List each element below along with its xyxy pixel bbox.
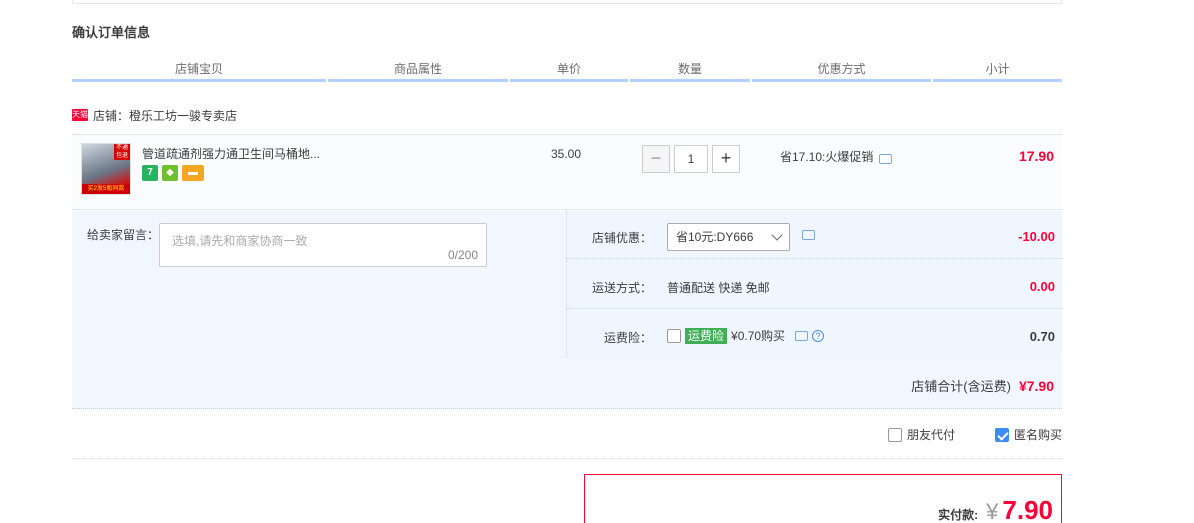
order-detail-block: 给卖家留言： 选填,请先和商家协商一致 0/200 店铺优惠： 省10元:DY6…	[72, 211, 1063, 409]
shop-total: 店铺合计(含运费) ¥7.90	[911, 376, 1054, 395]
message-char-count: 0/200	[447, 248, 478, 262]
currency-symbol: ¥	[986, 499, 999, 523]
chat-icon[interactable]	[879, 153, 893, 164]
insurance-row: 运费险： 运费险 ¥0.70购买 ? 0.70	[567, 311, 1063, 359]
tmall-icon: 天猫	[72, 109, 88, 121]
friend-pay-option[interactable]: 朋友代付	[887, 426, 955, 443]
order-item-row: 不通包退 买2发5瓶同款 管道疏通剂强力通卫生间马桶地... 7 ◆ ▬ 35.…	[72, 134, 1062, 210]
column-header-subtotal: 小计	[933, 60, 1062, 82]
shipping-method: 普通配送 快递 免邮	[667, 281, 770, 295]
shipping-label: 运送方式：	[592, 281, 653, 295]
quantity-input[interactable]: 1	[674, 145, 708, 173]
shop-row: 天猫 店铺：橙乐工坊一骏专卖店	[72, 106, 237, 124]
shop-name-link[interactable]: 店铺：橙乐工坊一骏专卖店	[93, 107, 237, 124]
chevron-down-icon	[771, 229, 783, 241]
quantity-stepper: − 1 +	[642, 145, 740, 173]
coupon-select[interactable]: 省10元:DY666	[667, 223, 790, 251]
insurance-tag: 运费险	[685, 327, 728, 344]
promotion-text: 省17.10:火爆促销	[780, 150, 874, 164]
quantity-increase-button[interactable]: +	[712, 145, 740, 173]
chat-icon[interactable]	[795, 330, 809, 341]
top-container-edge	[72, 0, 1062, 4]
anonymous-purchase-option[interactable]: 匿名购买	[994, 426, 1062, 443]
column-header-discount: 优惠方式	[752, 60, 931, 82]
divider	[72, 458, 1062, 459]
shop-discount-amount: -10.00	[1018, 229, 1055, 244]
seven-day-return-icon[interactable]: 7	[142, 165, 158, 181]
payment-summary-box: 实付款: ¥ 7.90	[584, 474, 1062, 523]
shipping-row: 运送方式： 普通配送 快递 免邮 0.00	[567, 261, 1063, 309]
column-headers: 店铺宝贝 商品属性 单价 数量 优惠方式 小计	[72, 60, 1062, 82]
column-header-quantity: 数量	[630, 60, 750, 82]
shop-total-amount: ¥7.90	[1018, 377, 1054, 394]
column-header-attributes: 商品属性	[328, 60, 508, 82]
quantity-decrease-button[interactable]: −	[642, 145, 670, 173]
product-title-link[interactable]: 管道疏通剂强力通卫生间马桶地...	[142, 145, 320, 162]
column-header-item: 店铺宝贝	[72, 60, 326, 82]
unit-price: 35.00	[551, 147, 582, 161]
discount-shipping-panel: 店铺优惠： 省10元:DY666 -10.00 运送方式： 普通配送 快递 免邮…	[566, 211, 1063, 359]
message-label: 给卖家留言：	[87, 228, 160, 242]
seller-message-input[interactable]: 选填,请先和商家协商一致 0/200	[159, 223, 487, 267]
thumbnail-badge: 不通包退	[114, 144, 130, 160]
insurance-checkbox[interactable]	[667, 328, 681, 343]
shop-discount-row: 店铺优惠： 省10元:DY666 -10.00	[567, 211, 1063, 259]
shop-total-label: 店铺合计(含运费)	[911, 379, 1011, 394]
payment-label: 实付款:	[938, 508, 979, 522]
coupon-selected-value: 省10元:DY666	[676, 230, 754, 244]
shop-discount-label: 店铺优惠：	[592, 231, 653, 245]
column-header-unit-price: 单价	[510, 60, 628, 82]
insurance-option: 运费险 ¥0.70购买 ?	[667, 327, 825, 344]
chat-icon[interactable]	[802, 230, 815, 240]
message-placeholder: 选填,请先和商家协商一致	[172, 234, 308, 248]
payment-total-line: 实付款: ¥ 7.90	[938, 495, 1053, 523]
friend-pay-checkbox[interactable]	[887, 427, 902, 442]
insurance-label: 运费险：	[604, 331, 653, 345]
card-payment-icon[interactable]: ▬	[182, 165, 204, 181]
insurance-icon[interactable]: ◆	[162, 165, 178, 181]
friend-pay-label: 朋友代付	[906, 428, 955, 442]
service-icons: 7 ◆ ▬	[142, 165, 204, 181]
payment-amount: 7.90	[1002, 495, 1053, 523]
section-title: 确认订单信息	[72, 25, 151, 40]
promotion-info: 省17.10:火爆促销	[780, 148, 893, 165]
product-thumbnail[interactable]: 不通包退 买2发5瓶同款	[81, 143, 131, 195]
shipping-amount: 0.00	[1029, 279, 1055, 294]
anonymous-purchase-checkbox[interactable]	[994, 427, 1009, 442]
item-subtotal: 17.90	[1018, 148, 1054, 164]
anonymous-purchase-label: 匿名购买	[1013, 428, 1062, 442]
help-icon[interactable]: ?	[812, 329, 825, 342]
thumbnail-strip: 买2发5瓶同款	[82, 184, 130, 194]
insurance-price: ¥0.70购买	[731, 329, 786, 343]
payment-options: 朋友代付 匿名购买	[887, 426, 1062, 443]
insurance-amount: 0.70	[1029, 329, 1055, 344]
